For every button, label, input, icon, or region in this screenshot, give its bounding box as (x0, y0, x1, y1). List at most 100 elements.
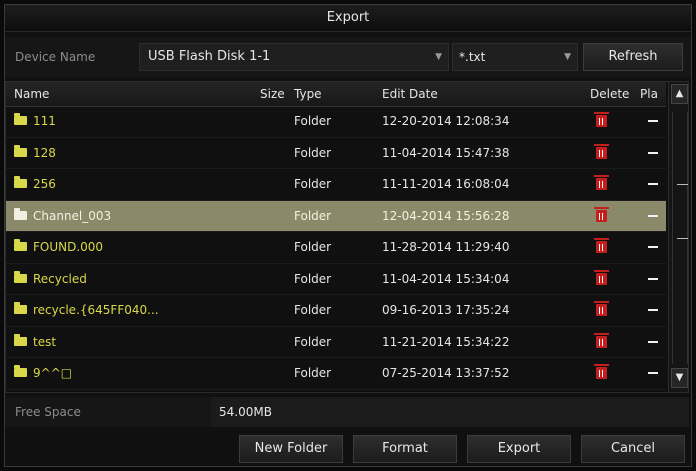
row-type: Folder (294, 208, 332, 223)
row-name-text: 256 (33, 177, 56, 191)
table-row[interactable]: test Folder 11-21-2014 15:34:22 (6, 327, 666, 358)
row-type: Folder (294, 366, 332, 380)
delete-button[interactable] (594, 364, 609, 379)
row-edit-date: 11-28-2014 11:29:40 (382, 240, 510, 254)
row-type: Folder (294, 177, 332, 191)
dash-icon (648, 120, 658, 122)
play-button[interactable] (648, 277, 658, 280)
row-edit-date: 11-21-2014 15:34:22 (382, 334, 510, 349)
cancel-button[interactable]: Cancel (581, 435, 685, 463)
format-button[interactable]: Format (353, 435, 457, 463)
row-type: Folder (294, 303, 332, 317)
play-button[interactable] (648, 340, 658, 343)
delete-button[interactable] (594, 143, 609, 159)
export-button[interactable]: Export (467, 435, 571, 463)
column-header-edit-date[interactable]: Edit Date (382, 82, 438, 106)
delete-button[interactable] (594, 238, 609, 253)
table-row[interactable]: 111 Folder 12-20-2014 12:08:34 (6, 106, 666, 138)
table-row[interactable]: FOUND.000 Folder 11-28-2014 11:29:40 (6, 232, 666, 264)
free-space-row: Free Space 54.00MB (5, 397, 689, 427)
delete-button[interactable] (594, 301, 609, 316)
play-button[interactable] (648, 120, 658, 122)
row-edit-date: 11-04-2014 15:47:38 (382, 145, 510, 160)
table-header: Name Size Type Edit Date Delete Pla (6, 82, 666, 107)
row-name: 9^^□ (14, 358, 72, 388)
row-edit-date: 12-20-2014 12:08:34 (382, 114, 510, 128)
device-row: Device Name USB Flash Disk 1-1 ▼ *.txt ▼… (5, 37, 691, 77)
row-name-text: Recycled (33, 271, 87, 286)
free-space-label: Free Space (15, 405, 81, 419)
row-type: Folder (294, 334, 332, 349)
refresh-button[interactable]: Refresh (583, 43, 683, 71)
vertical-scrollbar[interactable]: ▲ ▼ (668, 82, 688, 392)
device-name-select[interactable]: USB Flash Disk 1-1 ▼ (139, 43, 449, 71)
row-name: recycle.{645FF040... (14, 295, 159, 325)
folder-icon (14, 302, 27, 314)
delete-button[interactable] (594, 332, 609, 348)
column-header-size[interactable]: Size (260, 82, 285, 106)
column-header-type[interactable]: Type (294, 82, 322, 106)
dash-icon (648, 151, 658, 154)
column-header-name[interactable]: Name (14, 82, 49, 106)
play-button[interactable] (648, 309, 658, 311)
row-name: Recycled (14, 264, 87, 294)
delete-button[interactable] (594, 175, 609, 190)
row-name-text: test (33, 334, 57, 349)
dash-icon (648, 214, 658, 217)
delete-button[interactable] (594, 269, 609, 285)
trash-icon (594, 301, 609, 316)
column-header-play[interactable]: Pla (640, 82, 658, 106)
dash-icon (648, 246, 658, 248)
row-name-text: 128 (33, 145, 56, 160)
trash-icon (594, 238, 609, 253)
play-button[interactable] (648, 214, 658, 217)
row-type: Folder (294, 145, 332, 160)
button-bar: New Folder Format Export Cancel (5, 433, 689, 465)
row-type: Folder (294, 240, 332, 254)
trash-icon (594, 143, 609, 159)
trash-icon (594, 269, 609, 285)
play-button[interactable] (648, 246, 658, 248)
play-button[interactable] (648, 183, 658, 185)
table-row[interactable]: 9^^□ Folder 07-25-2014 13:37:52 (6, 358, 666, 390)
device-name-value: USB Flash Disk 1-1 (148, 49, 271, 64)
chevron-down-icon[interactable]: ▼ (671, 368, 688, 388)
row-edit-date: 11-04-2014 15:34:04 (382, 271, 510, 286)
folder-icon (14, 333, 27, 346)
row-edit-date: 11-11-2014 16:08:04 (382, 177, 510, 191)
dash-icon (648, 372, 658, 374)
column-header-delete[interactable]: Delete (590, 82, 629, 106)
delete-button[interactable] (594, 206, 609, 222)
dash-icon (648, 183, 658, 185)
export-dialog: Export Device Name USB Flash Disk 1-1 ▼ … (4, 4, 692, 467)
table-body: 111 Folder 12-20-2014 12:08:34 128 Folde… (6, 106, 666, 390)
row-name-text: recycle.{645FF040... (33, 303, 159, 317)
scrollbar-thumb-bottom (677, 238, 688, 239)
dialog-title: Export (5, 5, 691, 32)
row-edit-date: 07-25-2014 13:37:52 (382, 366, 510, 380)
folder-icon (14, 113, 27, 125)
dash-icon (648, 277, 658, 280)
file-type-filter-select[interactable]: *.txt ▼ (452, 43, 578, 71)
scrollbar-track[interactable] (672, 112, 688, 364)
delete-button[interactable] (594, 112, 609, 127)
table-row[interactable]: 256 Folder 11-11-2014 16:08:04 (6, 169, 666, 201)
table-row[interactable]: 128 Folder 11-04-2014 15:47:38 (6, 138, 666, 169)
table-row-selected[interactable]: Channel_003 Folder 12-04-2014 15:56:28 (6, 200, 666, 232)
row-name-text: Channel_003 (33, 208, 112, 223)
new-folder-button[interactable]: New Folder (239, 435, 343, 463)
file-type-filter-value: *.txt (459, 50, 486, 64)
play-button[interactable] (648, 151, 658, 154)
row-name: Channel_003 (14, 201, 111, 231)
table-row[interactable]: recycle.{645FF040... Folder 09-16-2013 1… (6, 295, 666, 327)
trash-icon (594, 206, 609, 222)
play-button[interactable] (648, 372, 658, 374)
row-edit-date: 09-16-2013 17:35:24 (382, 303, 510, 317)
chevron-down-icon: ▼ (564, 52, 571, 62)
trash-icon (594, 332, 609, 348)
row-name: 128 (14, 138, 56, 168)
table-row[interactable]: Recycled Folder 11-04-2014 15:34:04 (6, 264, 666, 295)
chevron-down-icon: ▼ (435, 52, 442, 62)
chevron-up-icon[interactable]: ▲ (671, 84, 688, 104)
trash-icon (594, 364, 609, 379)
